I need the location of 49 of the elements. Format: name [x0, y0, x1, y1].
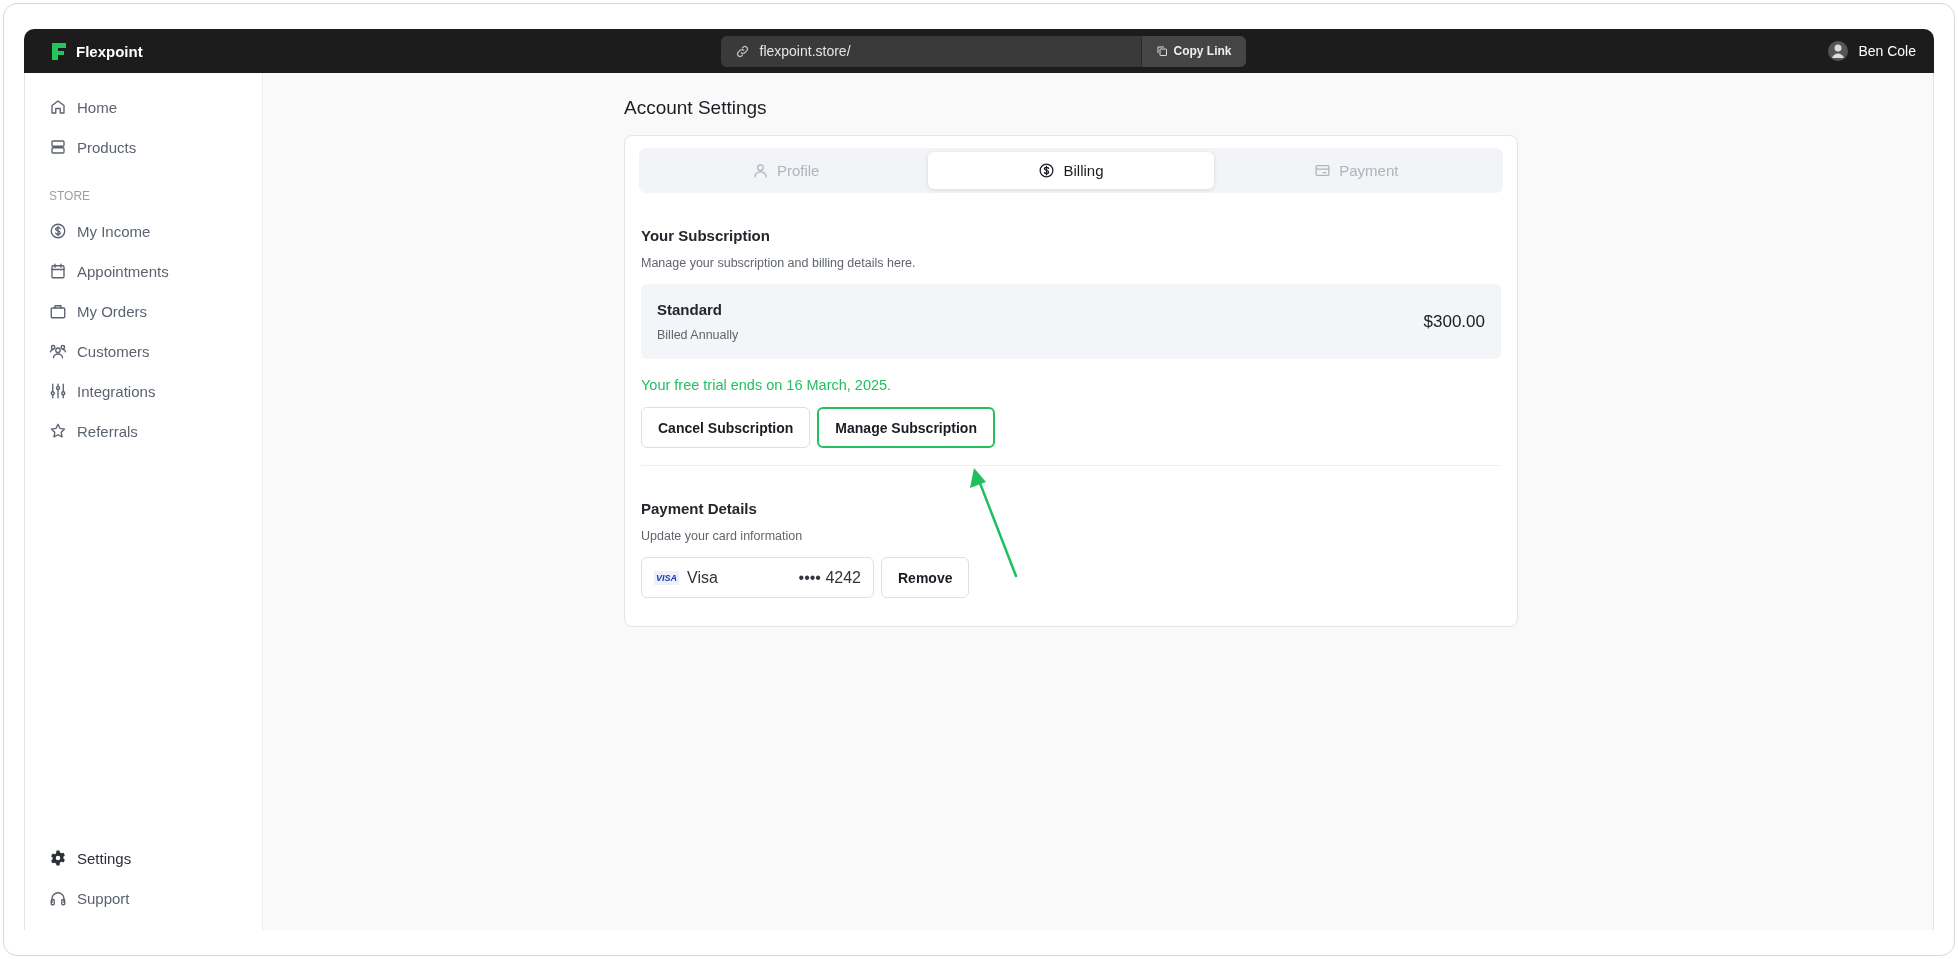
- remove-button[interactable]: Remove: [881, 557, 970, 598]
- sliders-icon: [49, 382, 67, 400]
- tab[interactable]: Billing: [928, 152, 1214, 189]
- sidebar-item[interactable]: My Income: [49, 211, 151, 251]
- calendar-icon: [49, 262, 67, 280]
- url-text: flexpoint.store/: [759, 43, 852, 59]
- section-title: Payment Details: [641, 500, 758, 517]
- sidebar-item[interactable]: Settings: [49, 838, 132, 878]
- section-subtitle: Update your card information: [641, 529, 804, 543]
- section-subtitle: Manage your subscription and billing details here.: [641, 256, 917, 270]
- copy-icon: [1156, 45, 1169, 57]
- card-icon: [1314, 162, 1332, 179]
- plan-price: $300.00: [1423, 311, 1485, 332]
- users-icon: [49, 342, 67, 360]
- user-icon: [751, 162, 769, 179]
- sidebar-item[interactable]: Home: [49, 87, 117, 127]
- address-bar[interactable]: flexpoint.store/ Copy Link: [720, 35, 1246, 67]
- sidebar-item[interactable]: Referrals: [49, 411, 138, 451]
- page-title: Account Settings: [624, 97, 768, 119]
- user-name: Ben Cole: [1858, 43, 1916, 59]
- stack-icon: [49, 138, 67, 156]
- card-brand: Visa: [687, 568, 719, 587]
- sidebar-item[interactable]: Integrations: [49, 371, 156, 411]
- copy-link-button[interactable]: Copy Link: [1141, 35, 1246, 67]
- sidebar-item[interactable]: Support: [49, 878, 130, 918]
- card-number: •••• 4242: [798, 568, 861, 587]
- plan-name: Standard: [657, 301, 723, 318]
- avatar-icon: [1828, 41, 1849, 61]
- dollar-circle-icon: [1038, 162, 1056, 179]
- subscription-button[interactable]: Manage Subscription: [817, 407, 995, 448]
- logo-icon: [50, 41, 68, 61]
- trial-note: Your free trial ends on 16 March, 2025.: [641, 377, 893, 393]
- sidebar-item[interactable]: Appointments: [49, 251, 169, 291]
- billing-period: Billed Annually: [657, 328, 739, 342]
- headset-icon: [49, 889, 67, 907]
- subscription-button[interactable]: Cancel Subscription: [641, 407, 811, 448]
- sidebar-item[interactable]: Customers: [49, 331, 150, 371]
- settings-icon: [49, 849, 67, 867]
- home-icon: [49, 98, 67, 116]
- app-name: Flexpoint: [76, 42, 143, 60]
- sidebar-item[interactable]: My Orders: [49, 291, 147, 331]
- link-icon: [734, 43, 750, 59]
- visa-badge-icon: VISA: [654, 570, 679, 585]
- star-icon: [49, 422, 67, 440]
- sidebar-item[interactable]: Products: [49, 127, 137, 167]
- dollar-circle-icon: [49, 222, 67, 240]
- bag-icon: [49, 302, 67, 320]
- section-title: Your Subscription: [641, 227, 771, 244]
- section-label: STORE: [49, 189, 92, 203]
